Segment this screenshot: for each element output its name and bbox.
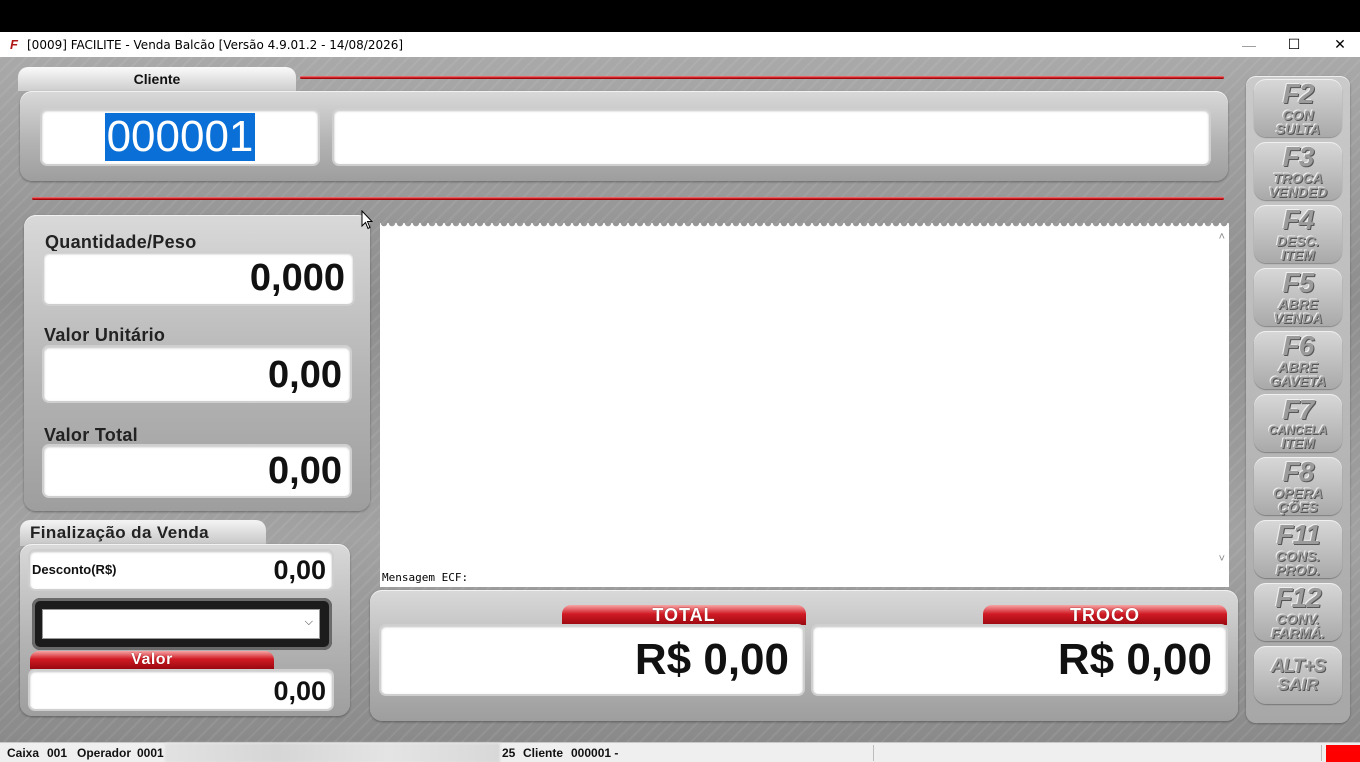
alt-s-sair-button[interactable]: ALT+S SAIR (1254, 646, 1342, 704)
fkey-line2: GAVETA (1269, 373, 1327, 389)
total-value-field: 0,00 (42, 444, 352, 498)
total-value-label: Valor Total (44, 425, 138, 445)
cliente-name-input[interactable] (332, 108, 1211, 166)
total-display: R$ 0,00 (379, 624, 805, 696)
caixa-label: Caixa (7, 746, 40, 760)
maximize-button[interactable]: ☐ (1271, 32, 1317, 57)
f2-consulta-button[interactable]: F2 CON SULTA (1254, 79, 1342, 137)
fkey-key: ALT+S (1270, 656, 1326, 677)
red-divider (32, 197, 1224, 200)
fkey-line2: FARMÁ. (1271, 625, 1325, 641)
cliente-tab: Cliente (18, 67, 296, 91)
fkey-key: F2 (1282, 78, 1315, 109)
fkey-line2: SULTA (1275, 121, 1321, 137)
screen-top-bar (0, 0, 1360, 32)
fkey-line1: CONV. (1276, 611, 1320, 627)
status-cliente-label: Cliente (523, 746, 564, 760)
discount-label: Desconto(R$) (32, 562, 117, 577)
payment-method-select[interactable]: ⌵ (42, 609, 320, 639)
finalizacao-tab: Finalização da Venda (20, 520, 266, 546)
discount-field[interactable]: Desconto(R$) 0,00 (28, 549, 334, 591)
pos-main-area: Cliente 000001 Quantidade/Peso 0,000 Val… (0, 57, 1360, 742)
fkey-key: F7 (1282, 394, 1315, 425)
fkey-line1: OPERA (1273, 485, 1323, 501)
fkey-key: F5 (1282, 267, 1315, 298)
quantity-label: Quantidade/Peso (45, 232, 197, 252)
status-bar: Caixa 001 Operador 0001 25 Cliente 00000… (0, 742, 1360, 762)
fkey-key: F11 (1276, 519, 1320, 550)
red-divider (300, 76, 1224, 79)
cliente-code-value: 000001 (104, 112, 256, 161)
fkey-line1: SAIR (1277, 675, 1319, 694)
discount-value: 0,00 (273, 555, 326, 585)
item-total-value: 0,00 (268, 450, 342, 492)
unit-price-value: 0,00 (268, 354, 342, 396)
ecf-message-label: Mensagem ECF: (382, 571, 469, 584)
scroll-down-icon[interactable]: ˅ (1219, 553, 1225, 565)
status-separator (1321, 745, 1322, 761)
f3-troca-vendedor-button[interactable]: F3 TROCA VENDED (1254, 142, 1342, 200)
unit-price-label: Valor Unitário (44, 325, 166, 345)
fkey-line1: ABRE (1278, 359, 1318, 375)
minimize-button[interactable]: — (1226, 32, 1272, 57)
chevron-down-icon: ⌵ (304, 616, 313, 628)
operador-value: 0001 (137, 746, 164, 760)
fkey-line1: CONS. (1275, 548, 1321, 564)
scroll-up-icon[interactable]: ˄ (1219, 231, 1225, 243)
f12-convenio-farmacia-button[interactable]: F12 CONV. FARMÁ. (1254, 583, 1342, 641)
function-keys-panel: F2 CON SULTA F3 TROCA VENDED F4 DESC. IT… (1246, 76, 1350, 723)
fkey-key: F12 (1275, 582, 1321, 613)
payment-select-frame: ⌵ (32, 598, 332, 650)
fkey-line2: PROD. (1275, 562, 1321, 578)
status-cliente-value: 000001 - (571, 746, 619, 760)
sale-items-list[interactable]: ˄ ˅ Mensagem ECF: (380, 223, 1229, 587)
troco-value: R$ 0,00 (1057, 635, 1212, 684)
fkey-line2: ITEM (1281, 247, 1315, 263)
fkey-line2: VENDED (1268, 184, 1328, 200)
status-indicator (1326, 745, 1360, 762)
fkey-line2: ITEM (1281, 435, 1315, 451)
fkey-key: F8 (1282, 456, 1315, 487)
window-titlebar: F [0009] FACILITE - Venda Balcão [Versão… (0, 32, 1360, 57)
fkey-key: F4 (1282, 204, 1315, 235)
f4-desconto-item-button[interactable]: F4 DESC. ITEM (1254, 205, 1342, 263)
facilite-logo-icon: F (10, 37, 18, 52)
valor-label: Valor (30, 651, 274, 669)
caixa-value: 001 (47, 746, 68, 760)
mouse-cursor-icon (361, 210, 373, 230)
troco-label: TROCO (983, 605, 1227, 625)
fkey-key: F6 (1282, 330, 1315, 361)
status-separator (873, 745, 874, 761)
f7-cancela-item-button[interactable]: F7 CANCELA ITEM (1254, 394, 1342, 452)
fkey-line1: DESC. (1276, 233, 1320, 249)
close-button[interactable]: ✕ (1317, 32, 1360, 57)
fkey-line2: VENDA (1273, 310, 1323, 326)
total-label: TOTAL (562, 605, 806, 625)
unit-price-input[interactable]: 0,00 (42, 345, 352, 403)
total-value: R$ 0,00 (634, 635, 789, 684)
window-title: [0009] FACILITE - Venda Balcão [Versão 4… (27, 37, 404, 52)
troco-display: R$ 0,00 (811, 624, 1228, 696)
fkey-line2: ÇÕES (1278, 499, 1318, 515)
fkey-line1: ABRE (1278, 296, 1318, 312)
valor-input[interactable]: 0,00 (28, 669, 334, 711)
fkey-line1: TROCA (1273, 170, 1323, 186)
redacted-area (165, 743, 500, 762)
status-partial-value: 25 (502, 746, 516, 760)
f5-abre-venda-button[interactable]: F5 ABRE VENDA (1254, 268, 1342, 326)
quantity-input[interactable]: 0,000 (42, 251, 355, 306)
quantity-value: 0,000 (249, 257, 345, 299)
fkey-line1: CON (1282, 107, 1314, 123)
f6-abre-gaveta-button[interactable]: F6 ABRE GAVETA (1254, 331, 1342, 389)
cliente-code-input[interactable]: 000001 (40, 108, 320, 166)
f8-operacoes-button[interactable]: F8 OPERA ÇÕES (1254, 457, 1342, 515)
fkey-key: F3 (1282, 141, 1315, 172)
operador-label: Operador (77, 746, 132, 760)
valor-value: 0,00 (273, 676, 326, 706)
f11-consulta-produto-button[interactable]: F11 CONS. PROD. (1254, 520, 1342, 578)
